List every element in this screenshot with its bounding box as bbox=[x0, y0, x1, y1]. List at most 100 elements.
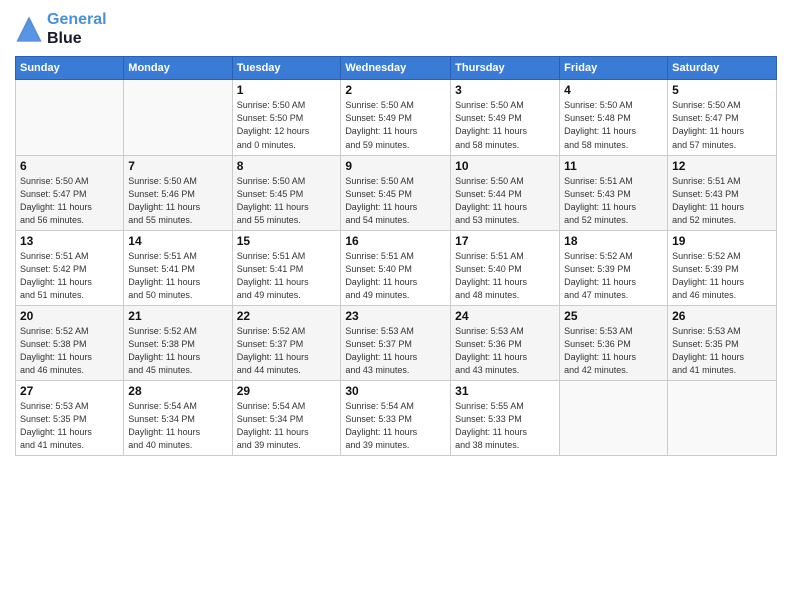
day-cell: 20Sunrise: 5:52 AM Sunset: 5:38 PM Dayli… bbox=[16, 305, 124, 380]
logo-text: General Blue bbox=[47, 10, 107, 48]
day-cell: 8 Sunrise: 5:50 AM Sunset: 5:45 PM Daylig… bbox=[232, 155, 341, 230]
day-number: 8 bbox=[237, 159, 337, 173]
day-info: Sunrise: 5:52 AM Sunset: 5:37 PM Dayligh… bbox=[237, 325, 337, 377]
col-header-sunday: Sunday bbox=[16, 57, 124, 80]
day-cell: 3 Sunrise: 5:50 AM Sunset: 5:49 PM Daylig… bbox=[451, 80, 560, 155]
day-number: 27 bbox=[20, 384, 119, 398]
day-cell: 15Sunrise: 5:51 AM Sunset: 5:41 PM Dayli… bbox=[232, 230, 341, 305]
day-number: 2 bbox=[345, 83, 446, 97]
day-number: 6 bbox=[20, 159, 119, 173]
day-cell: 25 Sunrise: 5:53 AM Sunset: 5:36 PM Dayli… bbox=[560, 305, 668, 380]
day-cell: 6 Sunrise: 5:50 AM Sunset: 5:47 PM Daylig… bbox=[16, 155, 124, 230]
week-row-3: 13 Sunrise: 5:51 AM Sunset: 5:42 PM Dayli… bbox=[16, 230, 777, 305]
col-header-thursday: Thursday bbox=[451, 57, 560, 80]
day-info: Sunrise: 5:51 AM Sunset: 5:43 PM Dayligh… bbox=[564, 175, 663, 227]
day-info: Sunrise: 5:50 AM Sunset: 5:47 PM Dayligh… bbox=[20, 175, 119, 227]
day-number: 9 bbox=[345, 159, 446, 173]
day-number: 10 bbox=[455, 159, 555, 173]
week-row-1: 1Sunrise: 5:50 AM Sunset: 5:50 PM Daylig… bbox=[16, 80, 777, 155]
day-cell: 7 Sunrise: 5:50 AM Sunset: 5:46 PM Daylig… bbox=[124, 155, 232, 230]
day-info: Sunrise: 5:51 AM Sunset: 5:40 PM Dayligh… bbox=[455, 250, 555, 302]
header: General Blue bbox=[15, 10, 777, 48]
day-cell: 17 Sunrise: 5:51 AM Sunset: 5:40 PM Dayli… bbox=[451, 230, 560, 305]
day-info: Sunrise: 5:50 AM Sunset: 5:44 PM Dayligh… bbox=[455, 175, 555, 227]
day-cell: 27 Sunrise: 5:53 AM Sunset: 5:35 PM Dayli… bbox=[16, 381, 124, 456]
day-info: Sunrise: 5:50 AM Sunset: 5:49 PM Dayligh… bbox=[455, 99, 555, 151]
day-cell: 16 Sunrise: 5:51 AM Sunset: 5:40 PM Dayli… bbox=[341, 230, 451, 305]
day-cell: 18 Sunrise: 5:52 AM Sunset: 5:39 PM Dayli… bbox=[560, 230, 668, 305]
day-cell: 29 Sunrise: 5:54 AM Sunset: 5:34 PM Dayli… bbox=[232, 381, 341, 456]
day-info: Sunrise: 5:51 AM Sunset: 5:41 PM Dayligh… bbox=[128, 250, 227, 302]
day-number: 24 bbox=[455, 309, 555, 323]
day-cell: 28 Sunrise: 5:54 AM Sunset: 5:34 PM Dayli… bbox=[124, 381, 232, 456]
week-row-2: 6 Sunrise: 5:50 AM Sunset: 5:47 PM Daylig… bbox=[16, 155, 777, 230]
day-number: 18 bbox=[564, 234, 663, 248]
day-info: Sunrise: 5:54 AM Sunset: 5:34 PM Dayligh… bbox=[128, 400, 227, 452]
day-cell: 10 Sunrise: 5:50 AM Sunset: 5:44 PM Dayli… bbox=[451, 155, 560, 230]
day-number: 12 bbox=[672, 159, 772, 173]
day-cell: 14 Sunrise: 5:51 AM Sunset: 5:41 PM Dayli… bbox=[124, 230, 232, 305]
day-number: 23 bbox=[345, 309, 446, 323]
day-cell: 4Sunrise: 5:50 AM Sunset: 5:48 PM Daylig… bbox=[560, 80, 668, 155]
day-cell: 26 Sunrise: 5:53 AM Sunset: 5:35 PM Dayli… bbox=[668, 305, 777, 380]
day-cell: 5 Sunrise: 5:50 AM Sunset: 5:47 PM Daylig… bbox=[668, 80, 777, 155]
day-number: 11 bbox=[564, 159, 663, 173]
day-cell: 13 Sunrise: 5:51 AM Sunset: 5:42 PM Dayli… bbox=[16, 230, 124, 305]
day-info: Sunrise: 5:53 AM Sunset: 5:37 PM Dayligh… bbox=[345, 325, 446, 377]
day-info: Sunrise: 5:51 AM Sunset: 5:40 PM Dayligh… bbox=[345, 250, 446, 302]
day-number: 20 bbox=[20, 309, 119, 323]
day-info: Sunrise: 5:50 AM Sunset: 5:45 PM Dayligh… bbox=[237, 175, 337, 227]
day-cell: 30Sunrise: 5:54 AM Sunset: 5:33 PM Dayli… bbox=[341, 381, 451, 456]
day-info: Sunrise: 5:53 AM Sunset: 5:36 PM Dayligh… bbox=[564, 325, 663, 377]
day-number: 15 bbox=[237, 234, 337, 248]
col-header-tuesday: Tuesday bbox=[232, 57, 341, 80]
col-header-saturday: Saturday bbox=[668, 57, 777, 80]
day-info: Sunrise: 5:50 AM Sunset: 5:47 PM Dayligh… bbox=[672, 99, 772, 151]
day-number: 19 bbox=[672, 234, 772, 248]
day-info: Sunrise: 5:50 AM Sunset: 5:45 PM Dayligh… bbox=[345, 175, 446, 227]
calendar-table: SundayMondayTuesdayWednesdayThursdayFrid… bbox=[15, 56, 777, 456]
col-header-wednesday: Wednesday bbox=[341, 57, 451, 80]
week-row-5: 27 Sunrise: 5:53 AM Sunset: 5:35 PM Dayli… bbox=[16, 381, 777, 456]
day-info: Sunrise: 5:51 AM Sunset: 5:42 PM Dayligh… bbox=[20, 250, 119, 302]
day-cell: 11 Sunrise: 5:51 AM Sunset: 5:43 PM Dayli… bbox=[560, 155, 668, 230]
day-cell: 23 Sunrise: 5:53 AM Sunset: 5:37 PM Dayli… bbox=[341, 305, 451, 380]
day-info: Sunrise: 5:52 AM Sunset: 5:38 PM Dayligh… bbox=[128, 325, 227, 377]
day-number: 16 bbox=[345, 234, 446, 248]
day-number: 22 bbox=[237, 309, 337, 323]
day-number: 4 bbox=[564, 83, 663, 97]
calendar-header-row: SundayMondayTuesdayWednesdayThursdayFrid… bbox=[16, 57, 777, 80]
day-number: 21 bbox=[128, 309, 227, 323]
day-number: 13 bbox=[20, 234, 119, 248]
day-cell: 24 Sunrise: 5:53 AM Sunset: 5:36 PM Dayli… bbox=[451, 305, 560, 380]
day-number: 28 bbox=[128, 384, 227, 398]
day-number: 25 bbox=[564, 309, 663, 323]
day-number: 26 bbox=[672, 309, 772, 323]
day-number: 17 bbox=[455, 234, 555, 248]
day-info: Sunrise: 5:53 AM Sunset: 5:35 PM Dayligh… bbox=[672, 325, 772, 377]
day-cell bbox=[560, 381, 668, 456]
day-info: Sunrise: 5:51 AM Sunset: 5:43 PM Dayligh… bbox=[672, 175, 772, 227]
day-info: Sunrise: 5:54 AM Sunset: 5:34 PM Dayligh… bbox=[237, 400, 337, 452]
day-number: 3 bbox=[455, 83, 555, 97]
day-info: Sunrise: 5:50 AM Sunset: 5:49 PM Dayligh… bbox=[345, 99, 446, 151]
col-header-monday: Monday bbox=[124, 57, 232, 80]
day-number: 1 bbox=[237, 83, 337, 97]
day-cell bbox=[668, 381, 777, 456]
day-cell: 2 Sunrise: 5:50 AM Sunset: 5:49 PM Daylig… bbox=[341, 80, 451, 155]
day-info: Sunrise: 5:54 AM Sunset: 5:33 PM Dayligh… bbox=[345, 400, 446, 452]
day-number: 14 bbox=[128, 234, 227, 248]
day-info: Sunrise: 5:53 AM Sunset: 5:35 PM Dayligh… bbox=[20, 400, 119, 452]
logo: General Blue bbox=[15, 10, 107, 48]
day-number: 29 bbox=[237, 384, 337, 398]
day-cell: 1Sunrise: 5:50 AM Sunset: 5:50 PM Daylig… bbox=[232, 80, 341, 155]
day-number: 5 bbox=[672, 83, 772, 97]
day-info: Sunrise: 5:52 AM Sunset: 5:39 PM Dayligh… bbox=[672, 250, 772, 302]
day-cell: 12 Sunrise: 5:51 AM Sunset: 5:43 PM Dayli… bbox=[668, 155, 777, 230]
day-cell: 22 Sunrise: 5:52 AM Sunset: 5:37 PM Dayli… bbox=[232, 305, 341, 380]
day-info: Sunrise: 5:50 AM Sunset: 5:46 PM Dayligh… bbox=[128, 175, 227, 227]
day-cell: 9 Sunrise: 5:50 AM Sunset: 5:45 PM Daylig… bbox=[341, 155, 451, 230]
day-info: Sunrise: 5:52 AM Sunset: 5:39 PM Dayligh… bbox=[564, 250, 663, 302]
day-info: Sunrise: 5:53 AM Sunset: 5:36 PM Dayligh… bbox=[455, 325, 555, 377]
day-number: 7 bbox=[128, 159, 227, 173]
